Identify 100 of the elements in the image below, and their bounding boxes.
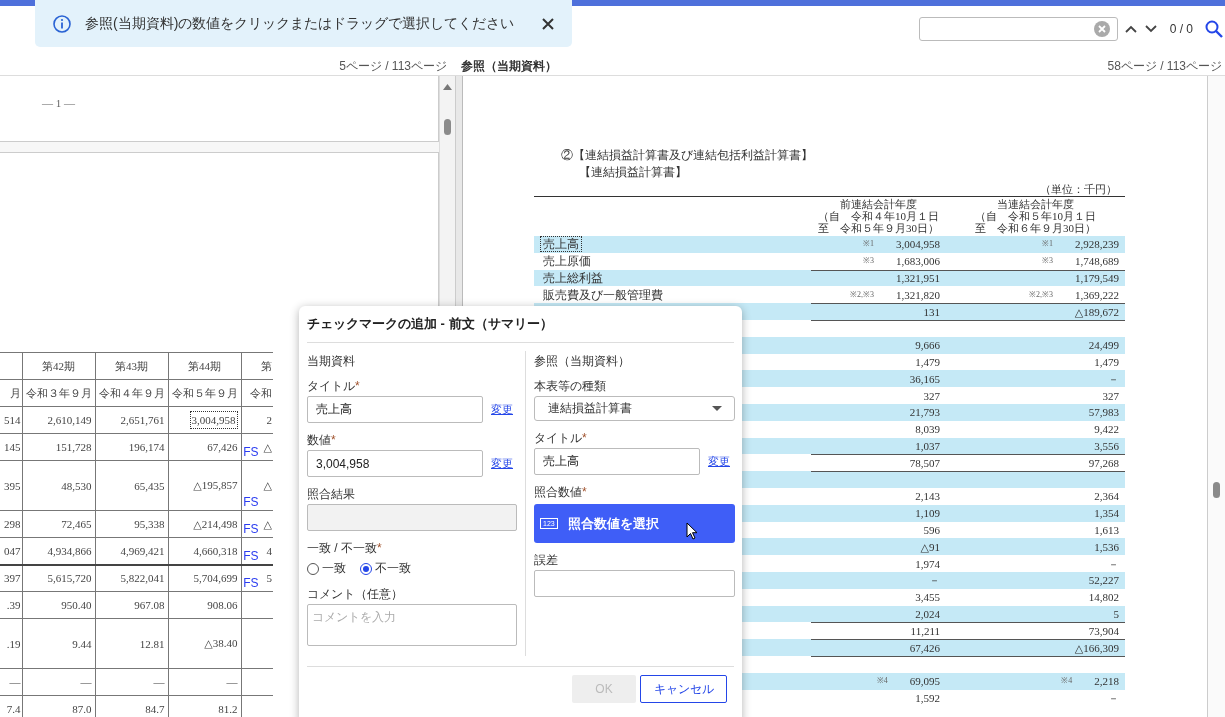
search-field[interactable] [918,17,1118,41]
table-cell[interactable]: 1,748,689 [1075,253,1119,270]
table-cell[interactable]: 3,455 [915,589,940,606]
search-icon[interactable] [1205,20,1223,38]
table-cell: .39 [6,599,21,611]
row-label[interactable]: 売上総利益 [540,270,606,286]
table-header: 令和３年９月 [22,379,95,407]
toast-message: 参照(当期資料)の数値をクリックまたはドラッグで選択してください [85,14,515,33]
table-header: 第44期 [168,352,241,380]
table-cell: — [153,676,165,688]
table-cell[interactable]: 5 [1113,605,1119,622]
table-cell[interactable]: 1,479 [915,353,940,370]
table-cell[interactable]: 596 [923,521,940,538]
footnote-mark: ※2,※3 [1029,288,1053,301]
table-cell[interactable]: 3,556 [1094,437,1119,454]
table-cell[interactable]: － [1108,689,1119,706]
table-cell[interactable]: 1,179,549 [1075,271,1119,286]
table-cell[interactable]: 21,793 [909,404,940,421]
footnote-mark: ※2,※3 [850,288,874,301]
table-cell[interactable]: 36,165 [909,370,940,387]
table-cell[interactable]: 67,426 [207,441,238,453]
table-cell[interactable]: 1,037 [915,437,940,454]
table-cell[interactable]: 1,536 [1094,538,1119,555]
row-label[interactable]: 販売費及び一般管理費 [540,286,666,303]
table-cell[interactable]: 78,507 [909,455,940,471]
scroll-up-icon[interactable] [443,84,453,90]
radio-option[interactable]: 一致 [307,560,346,577]
clear-icon[interactable] [1093,21,1110,37]
table-cell[interactable]: △91 [920,538,940,555]
table-cell[interactable]: △195,857 [193,479,238,491]
page-number: — 1 — [42,97,75,109]
table-cell[interactable]: 1,321,951 [896,271,940,286]
fs-marker: FS [243,445,259,459]
table-cell[interactable]: － [1108,370,1119,387]
close-icon[interactable] [542,17,554,30]
table-cell[interactable]: 2,218 [1094,673,1119,690]
table-cell: 950.40 [61,599,92,611]
table-cell[interactable]: － [929,572,940,589]
table-cell: 4,934,866 [47,544,92,557]
field-label: コメント（任意） [307,586,404,602]
table-cell[interactable]: 97,268 [1088,455,1119,471]
scrollbar-thumb[interactable] [1213,482,1220,498]
table-cell[interactable]: 24,499 [1088,337,1119,354]
change-link[interactable]: 変更 [491,402,513,417]
radio-option[interactable]: 不一致 [360,560,411,577]
text-field[interactable]: 売上高 [307,396,483,423]
type-dropdown[interactable]: 連結損益計算書 [534,396,735,421]
row-label[interactable]: 売上高 [540,236,582,253]
text-field[interactable]: 売上高 [534,448,700,475]
table-cell[interactable]: 327 [923,387,940,404]
table-cell[interactable]: 1,479 [1094,353,1119,370]
table-cell[interactable]: 57,983 [1088,404,1119,421]
table-cell[interactable]: △38.40 [204,637,238,649]
table-cell[interactable]: 908.06 [207,599,238,611]
table-cell[interactable]: 67,426 [909,640,940,656]
table-cell[interactable]: 2,024 [915,605,940,622]
table-cell[interactable]: 69,095 [909,673,940,690]
table-cell[interactable]: 2,928,239 [1075,236,1119,253]
table-cell[interactable]: 131 [923,304,940,320]
table-cell[interactable]: 2,143 [915,488,940,505]
comment-field[interactable]: コメントを入力 [307,604,517,646]
table-cell: 967.08 [134,599,165,611]
table-cell[interactable]: 8,039 [915,421,940,438]
footnote-mark: ※3 [1042,255,1053,268]
table-cell[interactable]: — [226,676,238,688]
scrollbar-thumb[interactable] [444,119,452,135]
table-cell: 5,615,720 [47,572,92,585]
chevron-down-icon[interactable] [1143,24,1158,34]
table-cell[interactable]: 1,683,006 [896,253,940,270]
row-label[interactable]: 売上原価 [540,253,594,270]
match-counter: 0 / 0 [1169,22,1193,36]
table-cell[interactable]: － [1108,555,1119,572]
table-cell[interactable]: 2,364 [1094,488,1119,505]
table-cell[interactable]: 9,422 [1094,421,1119,438]
error-field[interactable] [534,570,735,597]
table-cell[interactable]: 1,321,820 [896,286,940,303]
table-cell: 2,610,149 [47,414,92,426]
table-cell[interactable]: 11,211 [910,623,940,639]
table-cell[interactable]: 3,004,958 [896,236,940,253]
table-cell[interactable]: 1,369,222 [1075,286,1119,303]
page-indicator: 58ページ / 113ページ [1106,58,1223,75]
table-cell[interactable]: 327 [1102,387,1119,404]
table-cell[interactable]: 1,109 [915,505,940,522]
table-cell[interactable]: 73,904 [1088,623,1119,639]
table-cell[interactable]: △189,672 [1074,304,1119,320]
table-cell: 4,969,421 [120,544,165,557]
table-cell[interactable]: △166,309 [1074,640,1119,656]
change-link[interactable]: 変更 [491,456,513,471]
table-cell[interactable]: 1,354 [1094,505,1119,522]
chevron-up-icon[interactable] [1123,24,1138,34]
table-cell[interactable]: 9,666 [915,337,940,354]
table-cell[interactable]: 1,592 [915,689,940,706]
text-field[interactable]: 3,004,958 [307,450,483,477]
change-link[interactable]: 変更 [708,454,730,469]
table-cell[interactable]: 1,613 [1094,521,1119,538]
table-cell[interactable]: 14,802 [1088,589,1119,606]
table-cell[interactable]: 1,974 [915,555,940,572]
table-cell[interactable]: 81.2 [218,703,238,715]
cancel-button[interactable]: キャンセル [640,675,727,703]
table-cell[interactable]: 52,227 [1088,572,1119,589]
